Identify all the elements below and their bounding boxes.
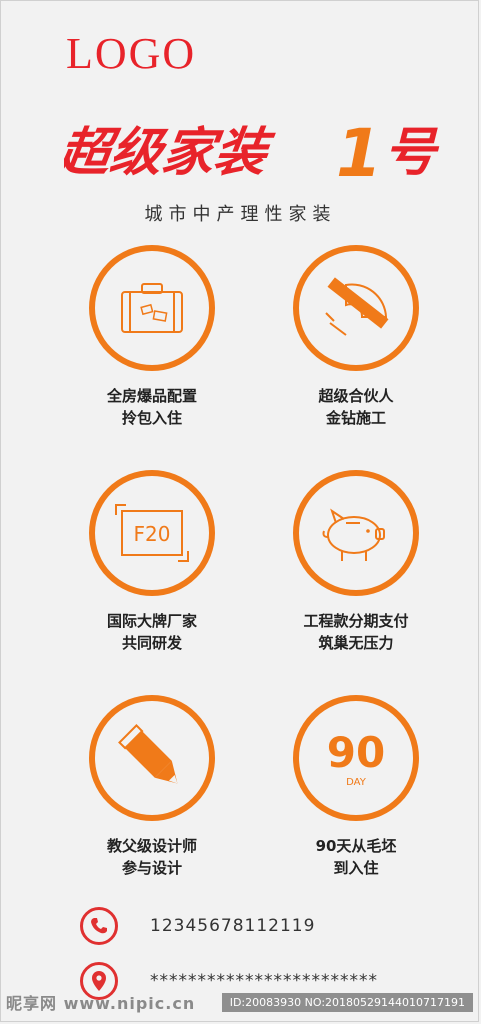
feature-line-2: 到入住	[333, 859, 379, 877]
logo: LOGO	[66, 29, 197, 78]
pencil-icon	[89, 695, 215, 821]
feature-item: 全房爆品配置 拎包入住	[52, 245, 252, 429]
f20-text: F20	[134, 522, 171, 546]
feature-line-2: 拎包入住	[121, 409, 182, 427]
feature-line-1: 工程款分期支付	[303, 612, 409, 630]
feature-line-2: 金钻施工	[325, 409, 386, 427]
suitcase-icon	[89, 245, 215, 371]
brand-title: 超级家装 1 号	[64, 115, 440, 192]
feature-line-2: 共同研发	[121, 634, 182, 652]
feature-line-1: 全房爆品配置	[106, 387, 197, 405]
brand-suffix: 号	[384, 123, 440, 183]
feature-line-1: 国际大牌厂家	[106, 612, 197, 630]
brand-number: 1	[336, 115, 382, 192]
f20-icon: F20	[89, 470, 215, 596]
90-day-icon: 90 DAY	[293, 695, 419, 821]
watermark-left: 昵享网 www.nipic.cn	[6, 994, 196, 1013]
phone-number[interactable]: 12345678112119	[150, 916, 315, 936]
watermark-right: ID:20083930 NO:20180529144010717191	[221, 993, 473, 1012]
feature-item: 工程款分期支付 筑巢无压力	[256, 470, 456, 654]
feature-line-1: 90天从毛坯	[315, 837, 397, 855]
feature-line-1: 教父级设计师	[106, 837, 197, 855]
feature-item: 超级合伙人 金钻施工	[256, 245, 456, 429]
piggy-bank-icon	[293, 470, 419, 596]
feature-item: F20 国际大牌厂家 共同研发	[52, 470, 252, 654]
90-text: 90	[327, 728, 385, 777]
day-text: DAY	[346, 777, 367, 788]
phone-icon	[80, 907, 118, 945]
address-text: ************************	[150, 971, 378, 991]
brand-title-text: 超级家装	[64, 123, 278, 183]
ruler-tools-icon	[293, 245, 419, 371]
feature-item: 教父级设计师 参与设计	[52, 695, 252, 879]
feature-line-2: 筑巢无压力	[318, 634, 394, 652]
phone-row: 12345678112119	[80, 907, 315, 945]
feature-item: 90 DAY 90天从毛坯 到入住	[256, 695, 456, 879]
feature-line-2: 参与设计	[121, 859, 182, 877]
feature-line-1: 超级合伙人	[318, 387, 394, 405]
subtitle: 城市中产理性家装	[144, 204, 337, 225]
